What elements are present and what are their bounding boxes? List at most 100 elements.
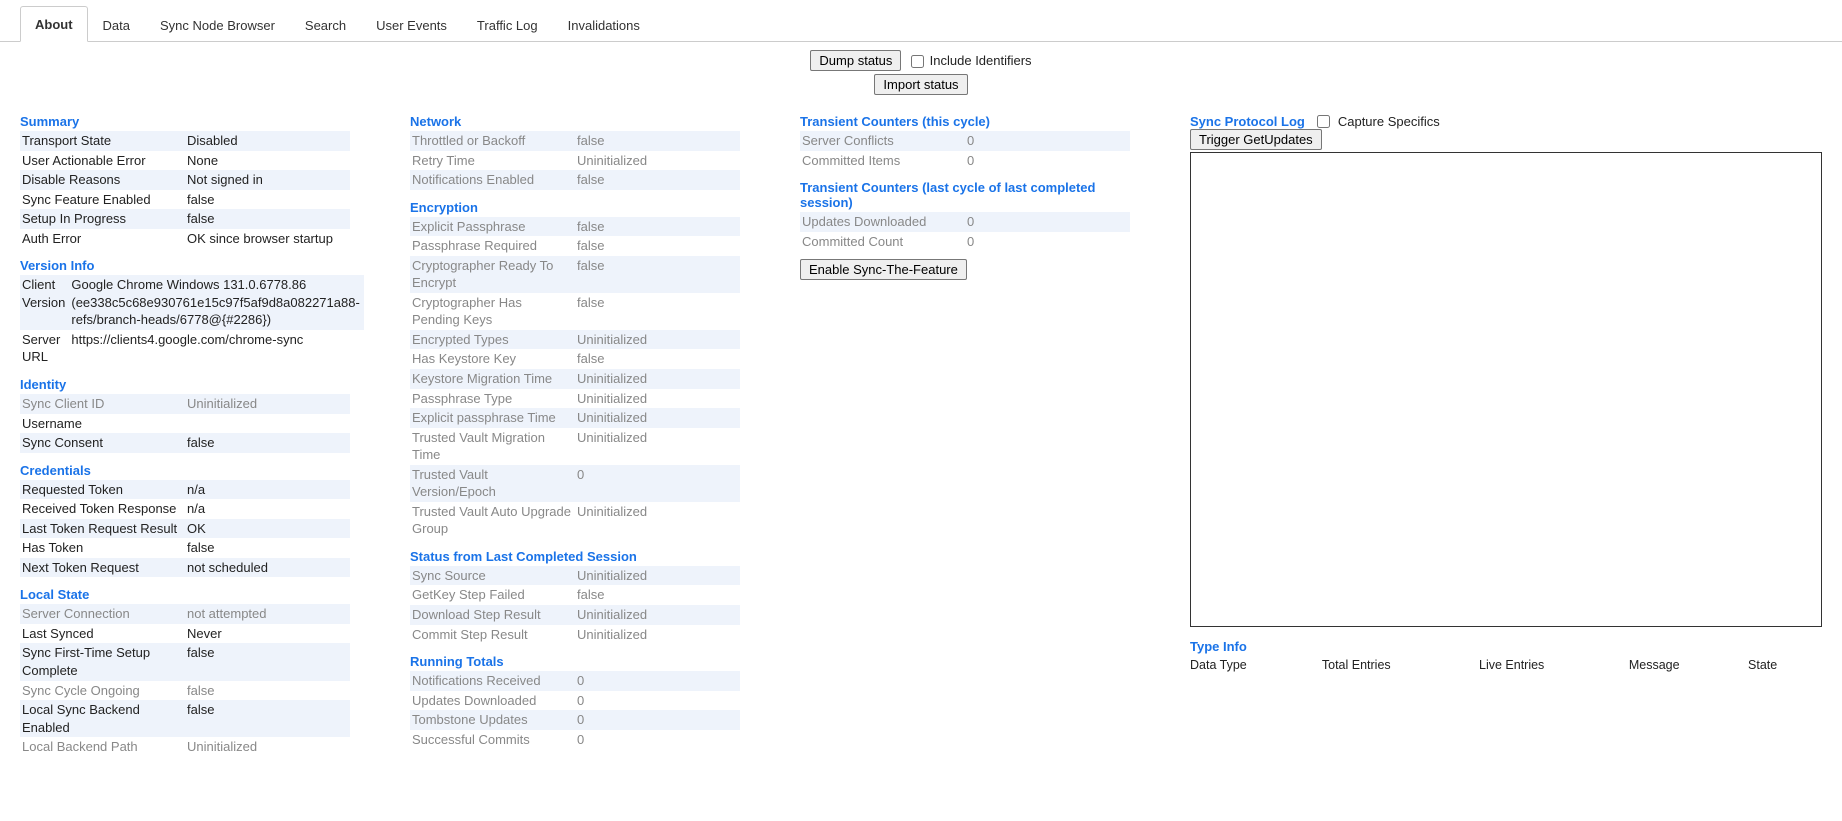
kv-row: Retry TimeUninitialized	[410, 151, 740, 171]
tab-data[interactable]: Data	[88, 7, 145, 42]
kv-key: Has Token	[20, 538, 185, 558]
kv-key: Explicit passphrase Time	[410, 408, 575, 428]
include-identifiers-label[interactable]: Include Identifiers	[930, 53, 1032, 68]
kv-key: Sync Client ID	[20, 394, 185, 414]
type-info-title: Type Info	[1190, 639, 1822, 654]
kv-value: false	[185, 190, 350, 210]
kv-table: Throttled or BackofffalseRetry TimeUnini…	[410, 131, 740, 190]
protocol-log-textarea[interactable]	[1190, 152, 1822, 627]
kv-key: Has Keystore Key	[410, 349, 575, 369]
kv-row: Sync Client IDUninitialized	[20, 394, 350, 414]
kv-key: Next Token Request	[20, 558, 185, 578]
kv-value: false	[575, 349, 740, 369]
kv-key: Sync Consent	[20, 433, 185, 453]
kv-key: Explicit Passphrase	[410, 217, 575, 237]
kv-key: Auth Error	[20, 229, 185, 249]
kv-value: Uninitialized	[575, 408, 740, 428]
kv-value: 0	[575, 730, 740, 750]
kv-row: Commit Step ResultUninitialized	[410, 625, 740, 645]
kv-key: Local Sync Backend Enabled	[20, 700, 185, 737]
tab-sync-node-browser[interactable]: Sync Node Browser	[145, 7, 290, 42]
kv-value: None	[185, 151, 350, 171]
kv-value: not attempted	[185, 604, 350, 624]
kv-key: Sync Source	[410, 566, 575, 586]
kv-key: Cryptographer Has Pending Keys	[410, 293, 575, 330]
section-title: Status from Last Completed Session	[410, 549, 740, 564]
kv-row: Sync Consentfalse	[20, 433, 350, 453]
kv-key: Committed Count	[800, 232, 965, 252]
kv-row: Server Connectionnot attempted	[20, 604, 350, 624]
kv-key: Trusted Vault Auto Upgrade Group	[410, 502, 575, 539]
kv-value: Uninitialized	[575, 502, 740, 539]
kv-value: https://clients4.google.com/chrome-sync	[69, 330, 363, 367]
kv-row: Throttled or Backofffalse	[410, 131, 740, 151]
kv-value: Disabled	[185, 131, 350, 151]
tab-about[interactable]: About	[20, 6, 88, 42]
trigger-getupdates-button[interactable]: Trigger GetUpdates	[1190, 129, 1322, 150]
kv-row: Sync Feature Enabledfalse	[20, 190, 350, 210]
kv-value: Uninitialized	[575, 330, 740, 350]
kv-row: Encrypted TypesUninitialized	[410, 330, 740, 350]
tab-search[interactable]: Search	[290, 7, 361, 42]
type-info-header: Message	[1629, 656, 1748, 674]
kv-value: n/a	[185, 480, 350, 500]
kv-table: Updates Downloaded0Committed Count0	[800, 212, 1130, 251]
kv-row: Username	[20, 414, 350, 434]
kv-key: Updates Downloaded	[410, 691, 575, 711]
kv-row: Cryptographer Has Pending Keysfalse	[410, 293, 740, 330]
type-info-table: Data TypeTotal EntriesLive EntriesMessag…	[1190, 656, 1822, 674]
kv-value: Google Chrome Windows 131.0.6778.86 (ee3…	[69, 275, 363, 330]
kv-key: Received Token Response	[20, 499, 185, 519]
kv-row: Next Token Requestnot scheduled	[20, 558, 350, 578]
kv-value: Uninitialized	[575, 428, 740, 465]
kv-value: 0	[575, 465, 740, 502]
kv-value: 0	[965, 151, 1130, 171]
kv-row: Trusted Vault Auto Upgrade GroupUninitia…	[410, 502, 740, 539]
tab-user-events[interactable]: User Events	[361, 7, 462, 42]
kv-row: Client VersionGoogle Chrome Windows 131.…	[20, 275, 364, 330]
include-identifiers-checkbox[interactable]	[911, 55, 924, 68]
kv-value: false	[185, 209, 350, 229]
section-title: Summary	[20, 114, 350, 129]
kv-key: Cryptographer Ready To Encrypt	[410, 256, 575, 293]
kv-table: Client VersionGoogle Chrome Windows 131.…	[20, 275, 364, 367]
kv-value: Uninitialized	[575, 605, 740, 625]
kv-key: Sync Feature Enabled	[20, 190, 185, 210]
kv-value: 0	[575, 671, 740, 691]
kv-row: Passphrase Requiredfalse	[410, 236, 740, 256]
kv-table: Server Connectionnot attemptedLast Synce…	[20, 604, 350, 756]
kv-key: Keystore Migration Time	[410, 369, 575, 389]
section-title: Credentials	[20, 463, 350, 478]
kv-table: Requested Tokenn/aReceived Token Respons…	[20, 480, 350, 578]
kv-value: 0	[965, 232, 1130, 252]
kv-key: Download Step Result	[410, 605, 575, 625]
top-controls: Dump status Include Identifiers Import s…	[0, 50, 1842, 95]
kv-row: Has Tokenfalse	[20, 538, 350, 558]
section-title: Version Info	[20, 258, 350, 273]
kv-row: Explicit passphrase TimeUninitialized	[410, 408, 740, 428]
kv-key: Encrypted Types	[410, 330, 575, 350]
kv-row: Local Sync Backend Enabledfalse	[20, 700, 350, 737]
capture-specifics-checkbox[interactable]	[1317, 115, 1330, 128]
kv-value: Not signed in	[185, 170, 350, 190]
capture-specifics-label[interactable]: Capture Specifics	[1338, 114, 1440, 129]
kv-row: Explicit Passphrasefalse	[410, 217, 740, 237]
kv-key: Notifications Received	[410, 671, 575, 691]
kv-value: Uninitialized	[185, 394, 350, 414]
kv-key: Commit Step Result	[410, 625, 575, 645]
kv-key: User Actionable Error	[20, 151, 185, 171]
tab-traffic-log[interactable]: Traffic Log	[462, 7, 553, 42]
enable-sync-the-feature-button[interactable]: Enable Sync-The-Feature	[800, 259, 967, 280]
kv-row: Setup In Progressfalse	[20, 209, 350, 229]
kv-key: Tombstone Updates	[410, 710, 575, 730]
tab-invalidations[interactable]: Invalidations	[553, 7, 655, 42]
dump-status-button[interactable]: Dump status	[810, 50, 901, 71]
type-info-header: State	[1748, 656, 1822, 674]
import-status-button[interactable]: Import status	[874, 74, 967, 95]
kv-value: n/a	[185, 499, 350, 519]
section-title: Transient Counters (this cycle)	[800, 114, 1130, 129]
kv-value: false	[575, 256, 740, 293]
sync-protocol-log-title: Sync Protocol Log	[1190, 114, 1305, 129]
kv-key: Updates Downloaded	[800, 212, 965, 232]
kv-key: Requested Token	[20, 480, 185, 500]
